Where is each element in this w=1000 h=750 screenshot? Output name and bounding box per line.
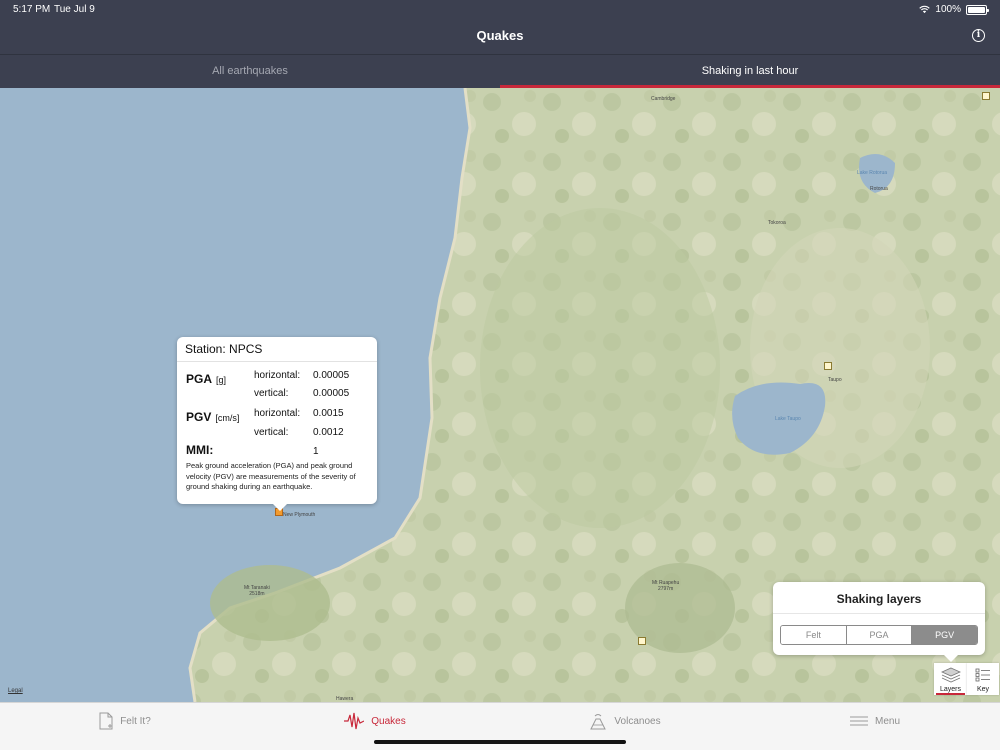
pgv-label: PGV xyxy=(186,410,212,424)
tab-felt-it-label: Felt It? xyxy=(120,715,151,727)
status-date: Tue Jul 9 xyxy=(54,4,95,15)
seismograph-icon xyxy=(344,712,365,730)
station-title: Station: NPCS xyxy=(185,342,263,356)
layer-option-pga[interactable]: PGA xyxy=(846,626,913,644)
shaking-description: Peak ground acceleration (PGA) and peak … xyxy=(186,461,356,491)
place-label-cambridge: Cambridge xyxy=(651,96,676,102)
pga-vertical-label: vertical: xyxy=(254,388,289,399)
key-button[interactable]: Key xyxy=(967,663,999,695)
tab-quakes-label: Quakes xyxy=(371,715,406,727)
tab-shaking-last-hour[interactable]: Shaking in last hour xyxy=(500,55,1000,88)
layers-button-label: Layers xyxy=(939,686,961,693)
pgv-heading: PGV [cm/s] xyxy=(186,410,239,424)
station-marker[interactable] xyxy=(638,637,646,645)
battery-icon xyxy=(966,4,989,15)
panel-divider xyxy=(773,613,985,614)
legend-list-icon xyxy=(975,668,990,682)
place-label-new-plymouth: New Plymouth xyxy=(283,512,316,518)
menu-icon xyxy=(849,716,868,726)
battery-percent: 100% xyxy=(935,4,961,15)
tab-all-earthquakes[interactable]: All earthquakes xyxy=(0,55,500,88)
layer-option-pgv[interactable]: PGV xyxy=(912,626,977,644)
tab-quakes[interactable]: Quakes xyxy=(250,703,500,739)
place-label-rotorua: Rotorua xyxy=(870,186,888,192)
geonet-app: 5:17 PM Tue Jul 9 100% Quakes i All eart… xyxy=(0,0,1000,750)
legal-link[interactable]: Legal xyxy=(8,688,23,694)
pgv-unit: [cm/s] xyxy=(215,413,240,423)
felt-it-icon xyxy=(99,712,113,730)
tab-menu-label: Menu xyxy=(874,715,900,727)
pgv-horizontal-value: 0.0015 xyxy=(313,408,344,419)
lake-label-rotorua: Lake Rotorua xyxy=(857,170,888,176)
tab-felt-it[interactable]: Felt It? xyxy=(0,703,250,739)
home-indicator xyxy=(374,740,626,744)
place-label-mt-ruapehu: Mt Ruapehu 2797m xyxy=(652,580,680,592)
shaking-layers-title: Shaking layers xyxy=(836,592,922,606)
place-label-mt-taranaki: Mt Taranaki 2518m xyxy=(244,585,270,597)
status-bar: 5:17 PM Tue Jul 9 100% xyxy=(0,0,1000,18)
tab-volcanoes-label: Volcanoes xyxy=(614,715,661,727)
pga-vertical-value: 0.00005 xyxy=(313,388,350,399)
pga-horizontal-value: 0.00005 xyxy=(313,370,350,381)
station-marker[interactable] xyxy=(824,362,832,370)
place-label-tokoroa: Tokoroa xyxy=(768,220,786,226)
place-label-taupo: Taupo xyxy=(828,377,842,383)
layer-option-felt[interactable]: Felt xyxy=(781,626,847,644)
tab-menu[interactable]: Menu xyxy=(750,703,1000,739)
wifi-icon xyxy=(919,5,931,14)
station-popover: Station: NPCS PGA [g] horizontal: 0.00005… xyxy=(177,337,377,511)
layers-active-indicator xyxy=(936,693,965,695)
pga-unit: [g] xyxy=(216,375,227,385)
volcano-icon xyxy=(590,714,607,730)
layers-icon xyxy=(940,667,961,683)
pga-label: PGA xyxy=(186,372,213,386)
pga-heading: PGA [g] xyxy=(186,372,226,386)
info-icon[interactable]: i xyxy=(972,29,985,42)
shaking-layer-selector: Felt PGA PGV xyxy=(780,625,978,645)
shaking-layers-panel: Shaking layers Felt PGA PGV xyxy=(773,582,985,662)
pgv-horizontal-label: horizontal: xyxy=(254,408,301,419)
key-button-label: Key xyxy=(976,686,990,693)
pgv-vertical-value: 0.0012 xyxy=(313,427,344,438)
page-title: Quakes xyxy=(476,28,524,43)
mmi-value: 1 xyxy=(313,446,319,457)
station-marker[interactable] xyxy=(982,92,990,100)
mmi-label: MMI: xyxy=(186,443,214,457)
quake-filter-tabs: All earthquakes Shaking in last hour xyxy=(0,54,1000,88)
popover-divider xyxy=(177,361,377,362)
tab-volcanoes[interactable]: Volcanoes xyxy=(500,703,750,739)
layers-button[interactable]: Layers xyxy=(934,663,967,695)
pga-horizontal-label: horizontal: xyxy=(254,370,301,381)
pgv-vertical-label: vertical: xyxy=(254,427,289,438)
status-right: 100% xyxy=(919,4,989,15)
header: 5:17 PM Tue Jul 9 100% Quakes i All eart… xyxy=(0,0,1000,88)
status-time: 5:17 PM xyxy=(13,4,51,15)
lake-label-taupo: Lake Taupo xyxy=(775,416,801,422)
